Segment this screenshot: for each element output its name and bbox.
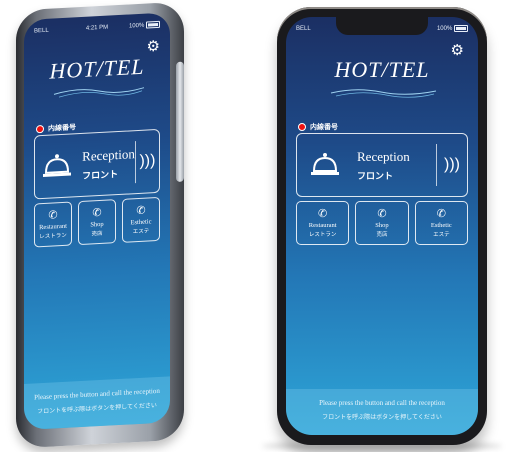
reception-title-en: Reception — [357, 148, 410, 164]
carrier-label: BELL — [296, 26, 311, 32]
esthetic-button[interactable]: ✆ Esthetic エステ — [414, 201, 468, 245]
shop-label-jp: 売店 — [91, 230, 103, 238]
footer-instructions: Please press the button and call the rec… — [24, 376, 170, 430]
phone-icon: ✆ — [318, 208, 328, 220]
shop-label-jp: 売店 — [376, 232, 388, 238]
restaurant-label-jp: レストラン — [39, 232, 67, 241]
restaurant-label-jp: レストラン — [308, 232, 337, 238]
reception-button[interactable]: Reception フロント ))) — [34, 128, 160, 200]
logo-wave — [330, 89, 437, 98]
phone-icon: ✆ — [136, 204, 146, 218]
phone-left: BELL 4:21 PM 100% ⚙ HOT/TEL 内線番号 Recepti… — [16, 1, 184, 449]
battery-percent: 100% — [436, 26, 453, 33]
phone-icon: ✆ — [436, 208, 446, 220]
esthetic-button[interactable]: ✆ Esthetic エステ — [122, 196, 160, 243]
footer-text-jp: フロントを呼ぶ際はボタンを押してください — [322, 415, 442, 421]
restaurant-button[interactable]: ✆ Restaurant レストラン — [34, 201, 72, 248]
phone-icon: ✆ — [377, 208, 387, 220]
footer-text-jp: フロントを呼ぶ際はボタンを押してください — [37, 403, 157, 416]
extension-label-text: 内線番号 — [48, 124, 76, 133]
shop-label-en: Shop — [375, 222, 389, 229]
reception-title-en: Reception — [82, 145, 135, 164]
phone-icon: ✆ — [92, 206, 102, 220]
call-buttons: ✆ Restaurant レストラン ✆ Shop 売店 ✆ Esthetic … — [34, 196, 160, 248]
call-buttons: ✆ Restaurant レストラン ✆ Shop 売店 ✆ Esthetic … — [296, 201, 468, 245]
esthetic-label-en: Esthetic — [130, 218, 152, 227]
footer-text-en: Please press the button and call the rec… — [319, 399, 445, 407]
record-dot-icon — [36, 124, 44, 134]
reception-title-jp: フロント — [357, 170, 394, 181]
phone-right: BELL 100% ⚙ HOT/TEL 内線番号 Reception フロント … — [277, 7, 487, 445]
esthetic-label-jp: エステ — [132, 228, 150, 236]
battery-icon — [454, 25, 468, 33]
clock: 4:21 PM — [85, 24, 109, 32]
notch — [336, 17, 428, 35]
shop-button[interactable]: ✆ Shop 売店 — [78, 199, 116, 246]
battery-icon — [146, 21, 160, 30]
bell-icon — [297, 152, 353, 178]
esthetic-label-jp: エステ — [433, 232, 450, 238]
extension-label: 内線番号 — [298, 122, 338, 132]
shop-button[interactable]: ✆ Shop 売店 — [355, 201, 409, 245]
restaurant-button[interactable]: ✆ Restaurant レストラン — [296, 201, 350, 245]
esthetic-label-en: Esthetic — [430, 222, 452, 229]
phone-icon: ✆ — [48, 209, 58, 222]
app-screen-left: BELL 4:21 PM 100% ⚙ HOT/TEL 内線番号 Recepti… — [24, 12, 170, 430]
record-dot-icon — [298, 123, 306, 131]
reception-title-jp: フロント — [82, 168, 119, 181]
status-bar: BELL 4:21 PM 100% — [34, 19, 160, 38]
app-screen-right: BELL 100% ⚙ HOT/TEL 内線番号 Reception フロント … — [286, 17, 478, 435]
sound-wave-icon: ))) — [436, 144, 467, 186]
shop-label-en: Shop — [90, 220, 104, 229]
hotel-logo: HOT/TEL — [334, 57, 430, 82]
side-button — [176, 61, 184, 183]
reception-button[interactable]: Reception フロント ))) — [296, 133, 468, 197]
footer-instructions: Please press the button and call the rec… — [286, 389, 478, 435]
bell-icon — [35, 152, 78, 180]
battery-group: 100% — [436, 25, 468, 33]
sound-wave-icon: ))) — [134, 139, 159, 184]
restaurant-label-en: Restaurant — [308, 222, 337, 229]
extension-label-text: 内線番号 — [310, 124, 338, 131]
